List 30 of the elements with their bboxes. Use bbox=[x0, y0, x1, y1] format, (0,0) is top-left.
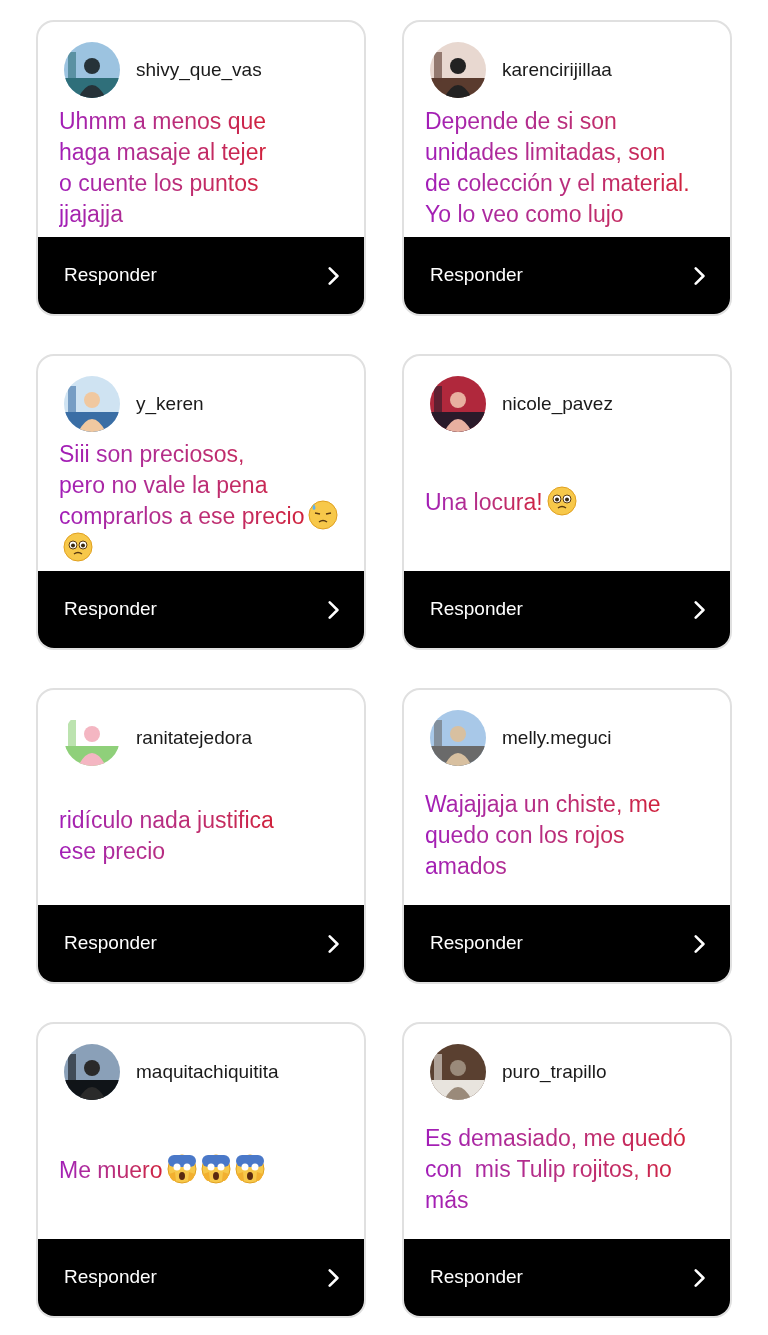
chevron-right-icon bbox=[328, 599, 340, 620]
reply-button[interactable]: Responder bbox=[38, 571, 364, 648]
chevron-right-icon bbox=[694, 265, 706, 286]
chevron-right-icon bbox=[694, 599, 706, 620]
username: karencirijillaa bbox=[502, 57, 612, 82]
screaming-face-icon bbox=[166, 1153, 197, 1184]
sweat-face-icon bbox=[308, 500, 339, 530]
chevron-right-icon bbox=[694, 1267, 706, 1288]
screaming-face-icon bbox=[200, 1153, 231, 1184]
screaming-face-icon bbox=[234, 1153, 265, 1184]
reply-button[interactable]: Responder bbox=[38, 237, 364, 314]
chevron-right-icon bbox=[328, 933, 340, 954]
pleading-face-icon bbox=[63, 532, 93, 562]
reply-button[interactable]: Responder bbox=[38, 1239, 364, 1316]
chevron-right-icon bbox=[328, 265, 340, 286]
reply-button[interactable]: Responder bbox=[404, 1239, 730, 1316]
pleading-face-icon bbox=[546, 485, 577, 516]
reply-button[interactable]: Responder bbox=[404, 237, 730, 314]
username: y_keren bbox=[136, 391, 204, 417]
username: puro_trapillo bbox=[502, 1059, 607, 1085]
chevron-right-icon bbox=[694, 933, 706, 954]
username: maquitachiquitita bbox=[136, 1059, 279, 1084]
chevron-right-icon bbox=[328, 1267, 340, 1288]
reply-button[interactable]: Responder bbox=[404, 905, 730, 982]
username: shivy_que_vas bbox=[136, 57, 262, 83]
username: nicole_pavez bbox=[502, 391, 613, 417]
reply-button[interactable]: Responder bbox=[38, 905, 364, 982]
username: ranitatejedora bbox=[136, 725, 253, 750]
reply-button[interactable]: Responder bbox=[404, 571, 730, 648]
username: melly.meguci bbox=[502, 725, 612, 750]
